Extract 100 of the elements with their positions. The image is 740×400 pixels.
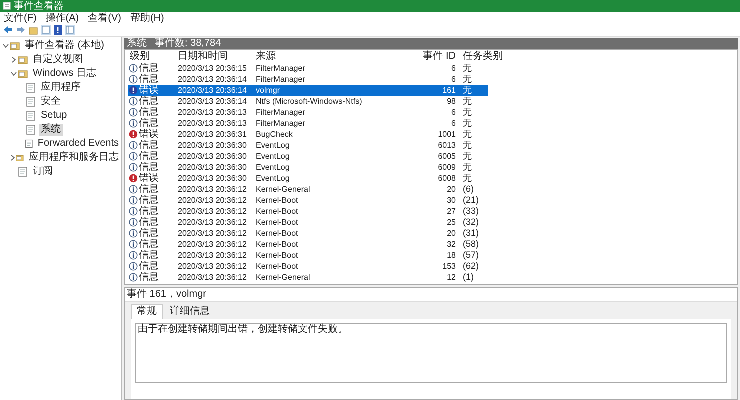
event-row[interactable]: 错误 2020/3/13 20:36:14 volmgr 161 无 xyxy=(128,85,488,96)
table-cell-text: 6 xyxy=(450,118,457,129)
info-icon xyxy=(129,196,138,205)
tree-item[interactable]: 应用程序 xyxy=(39,82,83,94)
table-cell-text: 2020/3/13 20:36:12 xyxy=(177,272,248,283)
table-cell-text: 27 xyxy=(446,206,457,217)
table-cell-text: 2020/3/13 20:36:30 xyxy=(177,173,248,184)
table-cell-text: (1) xyxy=(462,272,475,283)
table-cell-text: 2020/3/13 20:36:12 xyxy=(177,239,248,250)
tree-item[interactable]: Forwarded Events xyxy=(36,138,121,150)
menu-item[interactable]: 帮助(H) xyxy=(130,12,164,24)
tree-item[interactable]: Setup xyxy=(39,110,70,122)
info-icon xyxy=(129,141,138,150)
table-cell-text: (33) xyxy=(462,206,480,217)
chevron-right-icon[interactable] xyxy=(10,155,16,161)
event-row[interactable]: 信息 2020/3/13 20:36:12 Kernel-Boot 25 (32) xyxy=(128,217,488,228)
table-cell-text: 2020/3/13 20:36:30 xyxy=(177,162,248,173)
table-cell-text: Kernel-Boot xyxy=(255,217,300,228)
table-cell-text: 32 xyxy=(446,239,457,250)
event-row[interactable]: 信息 2020/3/13 20:36:12 Kernel-Boot 18 (57) xyxy=(128,250,488,261)
event-row[interactable]: 信息 2020/3/13 20:36:12 Kernel-General 12 (1) xyxy=(128,272,488,283)
tree-item[interactable]: 应用程序和服务日志 xyxy=(27,152,121,164)
event-row[interactable]: 信息 2020/3/13 20:36:30 EventLog 6013 无 xyxy=(128,140,488,151)
tree-item[interactable]: 自定义视图 xyxy=(31,54,85,66)
table-cell-text: 20 xyxy=(446,184,457,195)
tab[interactable]: 常规 xyxy=(131,304,163,319)
table-cell-text: 20 xyxy=(446,228,457,239)
tree-item[interactable]: 系统 xyxy=(39,124,63,136)
event-row[interactable]: 信息 2020/3/13 20:36:15 FilterManager 6 无 xyxy=(128,63,488,74)
level-text: 信息 xyxy=(139,162,159,173)
column-header[interactable]: 任务类别 xyxy=(460,50,516,62)
table-cell-text: 2020/3/13 20:36:12 xyxy=(177,184,248,195)
app-icon xyxy=(3,2,11,10)
log-icon xyxy=(26,83,36,93)
level-text: 错误 xyxy=(139,85,159,96)
event-row[interactable]: 信息 2020/3/13 20:36:12 Kernel-Boot 30 (21) xyxy=(128,195,488,206)
back-arrow-icon[interactable] xyxy=(3,26,13,34)
table-cell-text: Kernel-Boot xyxy=(255,228,300,239)
event-row[interactable]: 信息 2020/3/13 20:36:30 EventLog 6005 无 xyxy=(128,151,488,162)
tab[interactable]: 详细信息 xyxy=(165,305,215,319)
tree-item[interactable]: 订阅 xyxy=(31,166,55,178)
table-cell-text: Kernel-Boot xyxy=(255,261,300,272)
info-icon xyxy=(129,119,138,128)
event-row[interactable]: 信息 2020/3/13 20:36:14 Ntfs (Microsoft-Windows-Ntfs) 98 无 xyxy=(128,96,488,107)
table-cell-text: 2020/3/13 20:36:14 xyxy=(177,74,248,85)
table-cell-text: FilterManager xyxy=(255,74,306,85)
event-row[interactable]: 错误 2020/3/13 20:36:30 EventLog 6008 无 xyxy=(128,173,488,184)
menu-item[interactable]: 查看(V) xyxy=(88,12,122,24)
tree-item[interactable]: Windows 日志 xyxy=(31,68,98,80)
column-header[interactable]: 来源 xyxy=(254,50,404,62)
level-text: 信息 xyxy=(139,272,159,283)
log-name: 系统 xyxy=(127,38,147,48)
table-cell-text: Kernel-Boot xyxy=(255,250,300,261)
event-row[interactable]: 信息 2020/3/13 20:36:13 FilterManager 6 无 xyxy=(128,118,488,129)
event-row[interactable]: 信息 2020/3/13 20:36:12 Kernel-General 20 (6) xyxy=(128,184,488,195)
table-cell-text: FilterManager xyxy=(255,63,306,74)
table-cell-text: 2020/3/13 20:36:12 xyxy=(177,250,248,261)
level-text: 信息 xyxy=(139,140,159,151)
table-cell-text: 30 xyxy=(446,195,457,206)
event-row[interactable]: 信息 2020/3/13 20:36:13 FilterManager 6 无 xyxy=(128,107,488,118)
menu-item[interactable]: 文件(F) xyxy=(4,12,37,24)
table-cell-text: 18 xyxy=(446,250,457,261)
event-row[interactable]: 信息 2020/3/13 20:36:12 Kernel-Boot 32 (58) xyxy=(128,239,488,250)
info-icon xyxy=(129,152,138,161)
event-row[interactable]: 信息 2020/3/13 20:36:12 Kernel-Boot 153 (62) xyxy=(128,261,488,272)
info-icon xyxy=(129,229,138,238)
column-header[interactable]: 事件 ID xyxy=(404,50,460,62)
tree-item[interactable]: 安全 xyxy=(39,96,63,108)
level-text: 信息 xyxy=(139,228,159,239)
table-cell-text: 无 xyxy=(462,96,473,107)
column-header[interactable]: 级别 xyxy=(128,50,176,62)
event-row[interactable]: 错误 2020/3/13 20:36:31 BugCheck 1001 无 xyxy=(128,129,488,140)
event-row[interactable]: 信息 2020/3/13 20:36:12 Kernel-Boot 27 (33) xyxy=(128,206,488,217)
level-text: 信息 xyxy=(139,96,159,107)
log-icon xyxy=(26,125,36,135)
chevron-down-icon[interactable] xyxy=(10,71,16,77)
info-icon xyxy=(129,163,138,172)
log-icon xyxy=(26,97,36,107)
table-cell-text: 2020/3/13 20:36:30 xyxy=(177,151,248,162)
tree-item[interactable]: 事件查看器 (本地) xyxy=(23,40,106,52)
chevron-down-icon[interactable] xyxy=(2,43,8,49)
forward-arrow-icon[interactable] xyxy=(16,26,26,34)
table-cell-text: Kernel-General xyxy=(255,272,312,283)
event-row[interactable]: 信息 2020/3/13 20:36:30 EventLog 6009 无 xyxy=(128,162,488,173)
event-row[interactable]: 信息 2020/3/13 20:36:14 FilterManager 6 无 xyxy=(128,74,488,85)
info-icon xyxy=(129,97,138,106)
event-row[interactable]: 信息 2020/3/13 20:36:12 Kernel-Boot 20 (31) xyxy=(128,228,488,239)
level-text: 信息 xyxy=(139,195,159,206)
menu-item[interactable]: 操作(A) xyxy=(46,12,80,24)
column-header[interactable]: 日期和时间 xyxy=(176,50,254,62)
level-text: 信息 xyxy=(139,261,159,272)
level-text: 信息 xyxy=(139,107,159,118)
table-cell-text: 无 xyxy=(462,63,473,74)
table-cell-text: 161 xyxy=(442,85,457,96)
chevron-right-icon[interactable] xyxy=(10,57,16,63)
table-cell-text: 153 xyxy=(442,261,457,272)
table-cell-text: 2020/3/13 20:36:12 xyxy=(177,217,248,228)
table-cell-text: 98 xyxy=(446,96,457,107)
window-title: 事件查看器 xyxy=(14,0,64,12)
table-cell-text: Kernel-Boot xyxy=(255,239,300,250)
